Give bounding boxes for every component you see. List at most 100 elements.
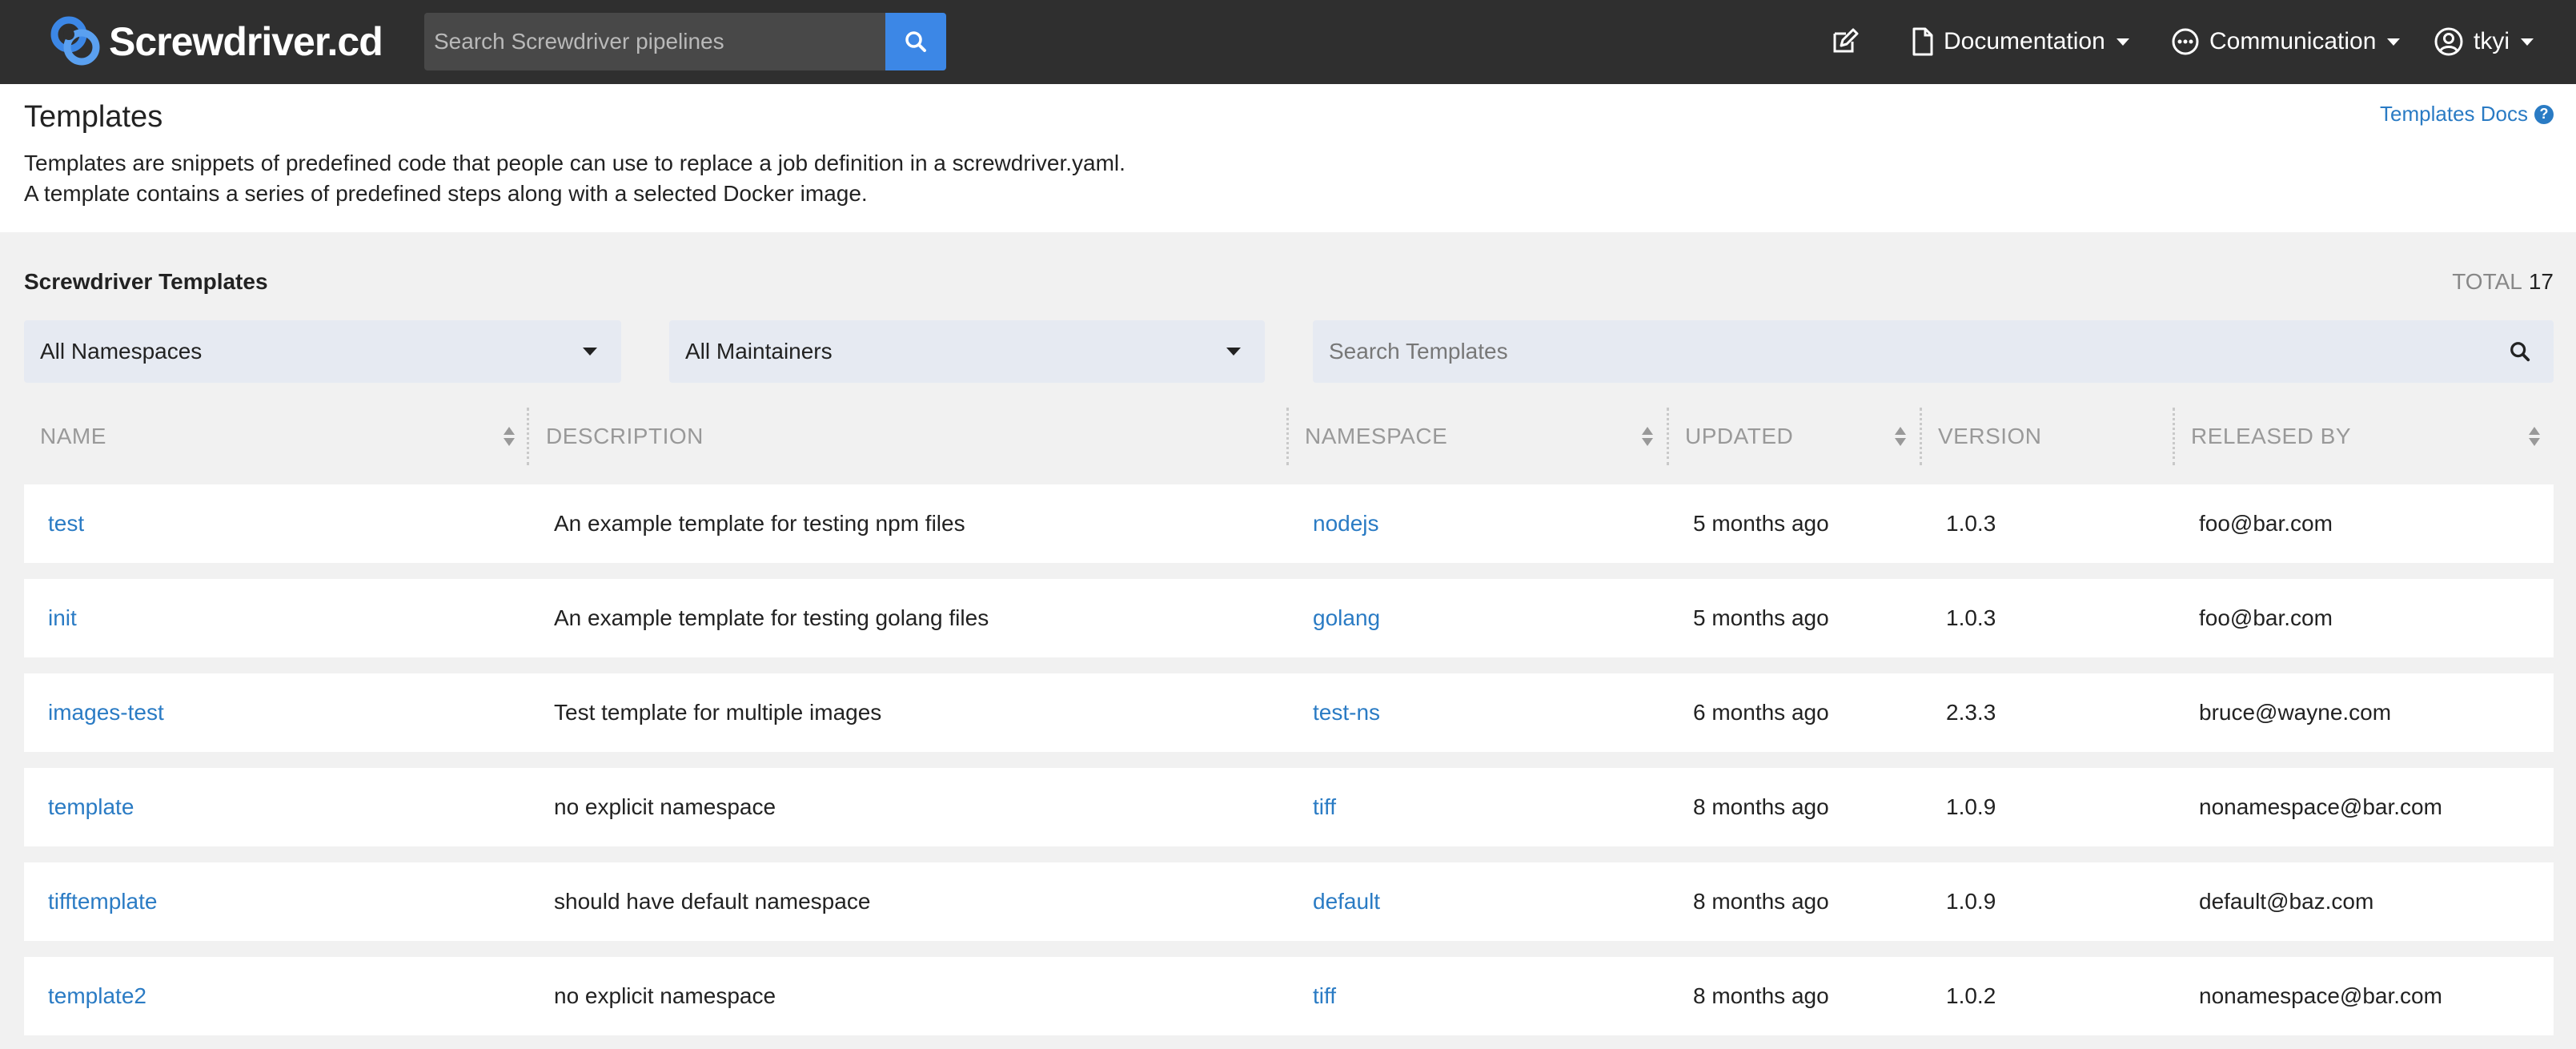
pipeline-search-input[interactable] [424,13,885,70]
column-header-updated[interactable]: UPDATED [1669,404,1920,468]
column-header-version: VERSION [1922,404,2173,468]
template-updated: 5 months ago [1693,511,1829,536]
template-name-link[interactable]: images-test [24,673,164,752]
pipeline-search [424,13,946,70]
table-row: template no explicit namespace tiff 8 mo… [24,768,2554,846]
edit-icon [1833,28,1859,53]
communication-menu[interactable]: Communication [2171,19,2401,64]
column-header-label: DESCRIPTION [546,424,704,448]
template-name-link[interactable]: tifftemplate [24,862,157,941]
sort-icon [1642,427,1653,446]
chat-bubble-icon [2172,28,2199,55]
template-description: no explicit namespace [554,794,776,819]
create-pipeline-button[interactable] [1830,19,1859,64]
column-header-label: VERSION [1938,424,2042,448]
table-row: images-test Test template for multiple i… [24,673,2554,752]
column-header-label: RELEASED BY [2191,424,2352,448]
user-menu[interactable]: tkyi [2434,19,2534,64]
question-circle-icon: ? [2534,104,2554,124]
template-version: 1.0.3 [1946,605,1996,630]
table-row: init An example template for testing gol… [24,579,2554,657]
top-navbar: Screwdriver.cd Documentation [0,0,2576,84]
template-version: 1.0.9 [1946,889,1996,914]
template-description: should have default namespace [554,889,871,914]
template-name-link[interactable]: test [24,484,84,563]
column-header-name[interactable]: NAME [24,404,528,468]
search-icon [905,31,926,52]
page-title: Templates [24,100,163,134]
template-name-link[interactable]: init [24,579,77,657]
maintainer-filter-select[interactable]: All Maintainers [669,320,1265,383]
template-name-link[interactable]: template2 [24,957,146,1035]
intro-line: Templates are snippets of predefined cod… [24,151,1125,175]
template-version: 1.0.9 [1946,794,1996,819]
column-header-released-by[interactable]: RELEASED BY [2175,404,2554,468]
template-released-by: nonamespace@bar.com [2199,794,2442,819]
brand-link[interactable]: Screwdriver.cd [48,11,383,72]
intro-line: A template contains a series of predefin… [24,181,868,206]
namespace-filter-select[interactable]: All Namespaces [24,320,621,383]
namespace-filter-value: All Namespaces [40,339,203,364]
template-name-link[interactable]: template [24,768,134,846]
sort-icon [2529,427,2540,446]
template-namespace-link[interactable]: test-ns [1289,673,1380,752]
template-version: 1.0.3 [1946,511,1996,536]
maintainer-filter-value: All Maintainers [685,339,833,364]
documentation-menu[interactable]: Documentation [1912,19,2129,64]
templates-docs-label: Templates Docs [2380,102,2528,126]
templates-docs-link[interactable]: Templates Docs ? [2380,102,2554,127]
template-released-by: foo@bar.com [2199,511,2333,536]
total-count: TOTAL 17 [2452,269,2554,295]
chevron-down-icon [2387,38,2401,46]
brand-name: Screwdriver.cd [109,19,383,64]
template-namespace-link[interactable]: tiff [1289,768,1336,846]
dropdown-arrow-icon [1226,348,1241,356]
template-description: An example template for testing npm file… [554,511,965,536]
column-header-label: UPDATED [1685,424,1794,448]
template-released-by: foo@bar.com [2199,605,2333,630]
template-version: 1.0.2 [1946,983,1996,1008]
column-header-label: NAMESPACE [1305,424,1448,448]
search-icon[interactable] [2509,340,2531,363]
total-value: 17 [2528,269,2554,294]
section-title: Screwdriver Templates [24,269,268,294]
sort-icon [1895,427,1906,446]
template-description: no explicit namespace [554,983,776,1008]
document-icon [1912,27,1933,56]
template-released-by: bruce@wayne.com [2199,700,2392,725]
template-updated: 8 months ago [1693,983,1829,1008]
communication-label: Communication [2209,28,2377,54]
column-header-label: NAME [40,424,106,448]
column-header-namespace[interactable]: NAMESPACE [1289,404,1667,468]
pipeline-search-button[interactable] [885,13,946,70]
template-updated: 5 months ago [1693,605,1829,630]
user-name: tkyi [2474,28,2510,54]
template-search-input[interactable] [1313,339,2509,364]
column-header-description: DESCRIPTION [530,404,1286,468]
dropdown-arrow-icon [583,348,597,356]
template-namespace-link[interactable]: golang [1289,579,1380,657]
template-updated: 8 months ago [1693,794,1829,819]
table-header: NAME DESCRIPTION NAMESPACE UPDATED VERSI… [24,404,2554,468]
template-namespace-link[interactable]: nodejs [1289,484,1379,563]
user-avatar-icon [2434,27,2463,56]
template-namespace-link[interactable]: tiff [1289,957,1336,1035]
template-description: An example template for testing golang f… [554,605,989,630]
template-updated: 8 months ago [1693,889,1829,914]
chevron-down-icon [2521,38,2534,46]
total-label: TOTAL [2452,269,2522,294]
column-divider [527,408,529,465]
template-description: Test template for multiple images [554,700,882,725]
template-search [1313,320,2554,383]
template-released-by: default@baz.com [2199,889,2374,914]
screwdriver-logo-icon [50,16,100,66]
documentation-label: Documentation [1944,28,2105,54]
template-version: 2.3.3 [1946,700,1996,725]
templates-header: Templates Templates Docs ? Templates are… [0,84,2576,232]
template-released-by: nonamespace@bar.com [2199,983,2442,1008]
chevron-down-icon [2116,38,2129,46]
template-updated: 6 months ago [1693,700,1829,725]
table-row: tifftemplate should have default namespa… [24,862,2554,941]
template-namespace-link[interactable]: default [1289,862,1380,941]
templates-intro: Templates are snippets of predefined cod… [24,148,1125,209]
